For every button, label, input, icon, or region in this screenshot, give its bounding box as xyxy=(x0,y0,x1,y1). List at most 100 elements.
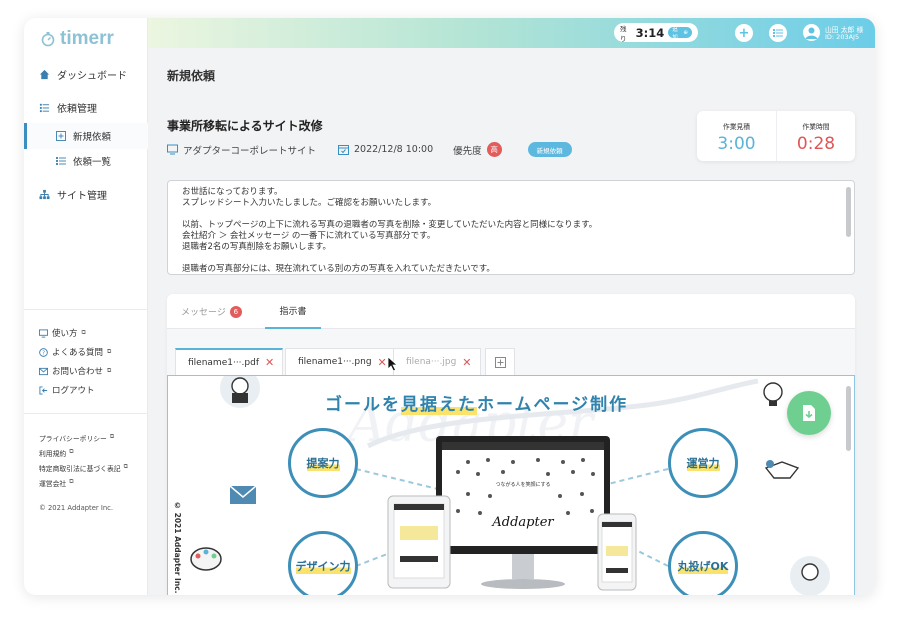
tab-label: メッセージ xyxy=(181,308,226,318)
privacy-link[interactable]: プライバシーポリシー ⧉ xyxy=(39,433,114,443)
detail-tabs: メッセージ 6 指示書 xyxy=(167,294,855,329)
remaining-label: 残り xyxy=(620,24,627,43)
external-link-icon: ⧉ xyxy=(109,433,115,440)
close-icon[interactable]: ✕ xyxy=(265,357,274,368)
file-tab-png[interactable]: filename1···.png ✕ xyxy=(285,348,396,375)
download-button[interactable] xyxy=(787,391,831,435)
request-title: 事業所移転によるサイト改修 xyxy=(167,119,323,133)
skill-label: デザイン力 xyxy=(295,558,351,574)
message-line: 会社紹介 ＞ 会社メッセージ の一番下に流れている写真部分です。 xyxy=(182,231,436,241)
skill-label: 丸投げOK xyxy=(677,558,729,574)
preview-credit: © 2021 Addapter Inc. xyxy=(173,501,182,594)
commerce-label: 特定商取引法に基づく表記 xyxy=(39,465,121,473)
monitor-icon xyxy=(39,328,48,338)
priority-badge: 高 xyxy=(486,142,502,157)
file-tab-pdf[interactable]: filename1···.pdf ✕ xyxy=(175,348,284,375)
sidebar-item-label: 依頼一覧 xyxy=(73,157,112,168)
skill-label: 提案力 xyxy=(306,455,340,471)
help-link[interactable]: 使い方 ⧉ xyxy=(39,327,86,339)
actual-label: 作業時間 xyxy=(802,123,830,131)
preview-scrollbar[interactable] xyxy=(846,386,851,451)
list-icon xyxy=(56,156,66,166)
sitemap-icon xyxy=(38,189,50,201)
mail-icon xyxy=(39,367,48,376)
estimate-value: 3:00 xyxy=(717,134,756,154)
list-icon xyxy=(773,29,783,37)
tab-label: 指示書 xyxy=(279,307,307,317)
file-tab-label: filename1···.pdf xyxy=(188,357,259,368)
skill-circle: 運営力 xyxy=(668,428,738,498)
sidebar-item-request-list[interactable]: 依頼一覧 xyxy=(24,148,148,174)
due-date: 2022/12/8 10:00 xyxy=(354,144,434,155)
estimate-label: 作業見積 xyxy=(722,123,751,131)
sidebar: timerr ダッシュボード 依頼管理 新規依頼 依頼一覧 サイト管理 使い方 … xyxy=(24,18,148,595)
faq-link[interactable]: ? よくある質問 ⧉ xyxy=(39,346,111,358)
sidebar-item-label: 依頼管理 xyxy=(57,104,97,115)
external-link-icon: ⧉ xyxy=(107,367,112,374)
page-title: 新規依頼 xyxy=(167,69,216,83)
add-file-tab-button[interactable] xyxy=(485,348,515,375)
faq-label: よくある質問 xyxy=(52,348,104,358)
app-window: timerr ダッシュボード 依頼管理 新規依頼 依頼一覧 サイト管理 使い方 … xyxy=(24,18,875,595)
external-link-icon: ⧉ xyxy=(81,329,86,336)
plus-icon: ⊕ xyxy=(683,29,688,36)
add-square-icon xyxy=(494,356,506,368)
screen-tagline: つながる人を笑顔にする xyxy=(495,481,550,488)
sidebar-item-new-request[interactable]: 新規依頼 xyxy=(24,123,148,149)
sidebar-item-label: ダッシュボード xyxy=(57,71,127,82)
download-file-icon xyxy=(803,405,815,421)
question-icon: ? xyxy=(39,347,48,357)
privacy-label: プライバシーポリシー xyxy=(39,435,107,443)
sidebar-item-label: サイト管理 xyxy=(57,191,107,202)
request-message[interactable]: お世話になっております。 スプレッドシート入力いたしました。ご確認をお願いいたし… xyxy=(167,180,855,275)
add-request-button[interactable]: + xyxy=(735,24,753,42)
add-time-label: 追加 xyxy=(672,26,678,41)
file-tab-jpg[interactable]: filena···.jpg ✕ xyxy=(393,348,481,375)
message-count-badge: 6 xyxy=(229,305,242,318)
tab-messages[interactable]: メッセージ 6 xyxy=(181,294,242,329)
tab-instructions[interactable]: 指示書 xyxy=(265,294,321,329)
user-icon xyxy=(805,27,818,39)
message-scrollbar[interactable] xyxy=(846,187,851,237)
list-icon xyxy=(38,102,50,114)
detail-panel: メッセージ 6 指示書 filename1···.pdf ✕ filename1… xyxy=(167,294,855,595)
user-avatar[interactable] xyxy=(803,24,820,41)
sidebar-item-site-management[interactable]: サイト管理 xyxy=(38,187,107,202)
plus-icon: + xyxy=(738,25,750,41)
message-line: 退職者の写真部分には、現在流れている別の方の写真を入れていただきたいです。 xyxy=(182,264,495,274)
skill-circle: 提案力 xyxy=(288,428,358,498)
close-icon[interactable]: ✕ xyxy=(462,357,471,368)
skill-label: 運営力 xyxy=(686,455,720,471)
company-link[interactable]: 運営会社 ⧉ xyxy=(39,478,73,488)
message-line: お世話になっております。 xyxy=(182,187,283,197)
sidebar-item-requests[interactable]: 依頼管理 xyxy=(38,100,97,115)
logo-text: timerr xyxy=(60,28,114,49)
file-area: filename1···.pdf ✕ filename1···.png ✕ fi… xyxy=(167,329,855,595)
terms-link[interactable]: 利用規約 ⧉ xyxy=(39,448,73,458)
actual-value: 0:28 xyxy=(796,134,836,154)
commerce-link[interactable]: 特定商取引法に基づく表記 ⧉ xyxy=(39,463,128,473)
message-gap xyxy=(182,253,840,264)
contact-link[interactable]: お問い合わせ ⧉ xyxy=(39,365,111,377)
site-name: アダプターコーポレートサイト xyxy=(183,145,317,157)
remaining-time: 3:14 xyxy=(635,25,665,40)
message-line: 退職者2名の写真削除をお願いします。 xyxy=(182,242,332,252)
contact-label: お問い合わせ xyxy=(52,367,104,377)
request-list-button[interactable] xyxy=(769,24,787,42)
svg-text:?: ? xyxy=(42,350,45,356)
company-label: 運営会社 xyxy=(39,480,67,488)
add-time-button[interactable]: 追加 ⊕ xyxy=(668,26,692,41)
logout-link[interactable]: ログアウト xyxy=(39,384,95,396)
stopwatch-icon xyxy=(41,32,55,47)
terms-label: 利用規約 xyxy=(39,450,67,458)
headline-highlight: 見据えた xyxy=(401,395,477,415)
calendar-icon xyxy=(338,144,350,155)
close-icon[interactable]: ✕ xyxy=(378,357,387,368)
sidebar-item-dashboard[interactable]: ダッシュボード xyxy=(38,67,127,82)
file-preview[interactable]: Addapter つながる人を笑顔にする Addapter ゴールを見据えたホー… xyxy=(167,375,855,595)
mouse-cursor-icon xyxy=(387,356,399,372)
logo[interactable]: timerr xyxy=(40,28,114,50)
external-link-icon: ⧉ xyxy=(107,348,112,355)
skill-circle: デザイン力 xyxy=(288,531,358,595)
home-icon xyxy=(38,69,50,81)
